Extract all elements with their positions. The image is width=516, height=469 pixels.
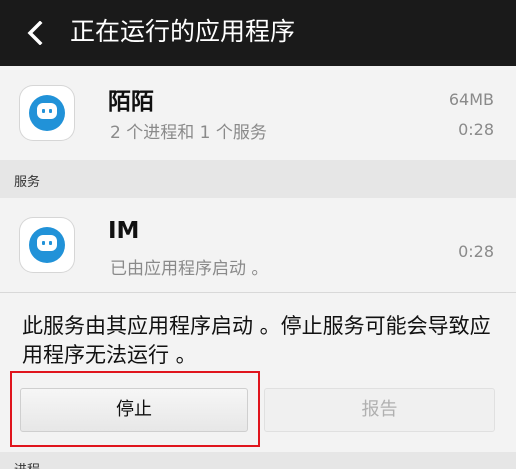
service-description: 此服务由其应用程序启动 。停止服务可能会导致应用程序无法运行 。 (22, 314, 491, 367)
service-row[interactable]: IM 已由应用程序启动 。 0:28 (0, 198, 516, 292)
divider (0, 292, 516, 293)
momo-app-icon (20, 218, 74, 272)
section-label: 服务 (14, 175, 41, 190)
service-detail: 已由应用程序启动 。 (110, 259, 269, 279)
app-runtime: 0:28 (458, 120, 494, 139)
service-name: IM (108, 218, 140, 244)
app-memory: 64MB (448, 90, 494, 109)
back-arrow-icon[interactable] (24, 21, 48, 45)
app-process-summary: 2 个进程和 1 个服务 (110, 123, 267, 143)
report-button[interactable]: 报告 (264, 388, 495, 432)
action-bar: 正在运行的应用程序 (0, 0, 516, 66)
service-runtime: 0:28 (458, 242, 494, 261)
section-header-services: 服务 (0, 160, 516, 198)
highlight-box (10, 371, 260, 447)
app-row[interactable]: 陌陌 2 个进程和 1 个服务 64MB 0:28 (0, 66, 516, 160)
momo-app-icon (20, 86, 74, 140)
section-header-processes: 进程 (0, 452, 516, 469)
section-label: 进程 (14, 459, 40, 469)
page-title: 正在运行的应用程序 (70, 17, 296, 46)
app-name: 陌陌 (108, 89, 154, 115)
